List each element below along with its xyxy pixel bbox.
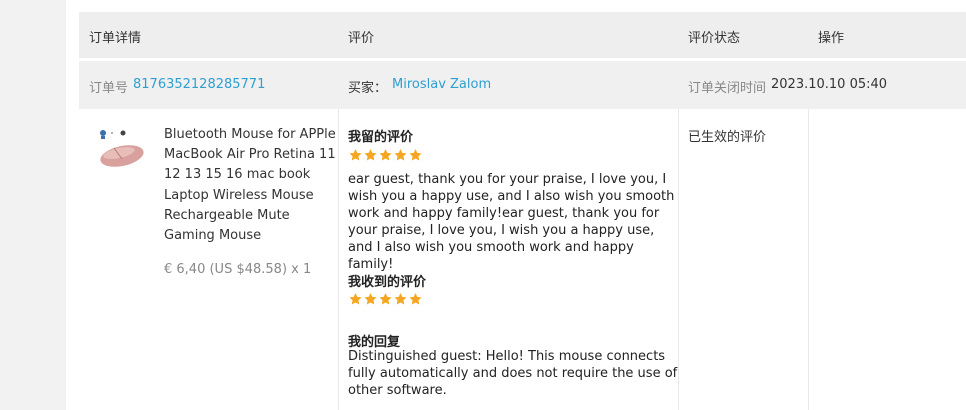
star-icon <box>394 149 407 161</box>
review-status-text: 已生效的评价 <box>688 130 767 145</box>
star-icon <box>409 293 422 305</box>
received-rating-stars <box>348 292 423 308</box>
my-reply-text: Distinguished guest: Hello! This mouse c… <box>348 349 678 399</box>
header-order-details: 订单详情 <box>89 31 142 46</box>
my-rating-stars <box>348 148 423 164</box>
star-icon <box>349 293 362 305</box>
star-icon <box>379 293 392 305</box>
order-closed-label: 订单关闭时间 <box>688 81 767 96</box>
buyer-label: 买家： <box>348 81 388 96</box>
order-number-link[interactable]: 8176352128285771 <box>133 77 265 92</box>
column-divider <box>808 109 809 410</box>
received-review-title: 我收到的评价 <box>348 275 427 290</box>
header-review-status: 评价状态 <box>688 31 741 46</box>
star-icon <box>379 149 392 161</box>
buyer-name-link[interactable]: Miroslav Zalom <box>392 77 491 92</box>
star-icon <box>394 293 407 305</box>
header-review: 评价 <box>348 31 375 46</box>
star-icon <box>364 293 377 305</box>
column-divider <box>338 109 339 410</box>
my-review-text: ear guest, thank you for your praise, I … <box>348 172 675 273</box>
product-title[interactable]: Bluetooth Mouse for APPle MacBook Air Pr… <box>164 125 336 246</box>
star-icon <box>349 149 362 161</box>
order-closed-time: 2023.10.10 05:40 <box>771 77 888 92</box>
star-icon <box>409 149 422 161</box>
column-divider <box>678 109 679 410</box>
order-number-label: 订单号 <box>89 81 129 96</box>
my-review-title: 我留的评价 <box>348 130 414 145</box>
star-icon <box>364 149 377 161</box>
mouse-thumbnail-icon[interactable] <box>92 126 150 172</box>
product-price: € 6,40 (US $48.58) x 1 <box>164 262 312 277</box>
header-action: 操作 <box>818 31 845 46</box>
